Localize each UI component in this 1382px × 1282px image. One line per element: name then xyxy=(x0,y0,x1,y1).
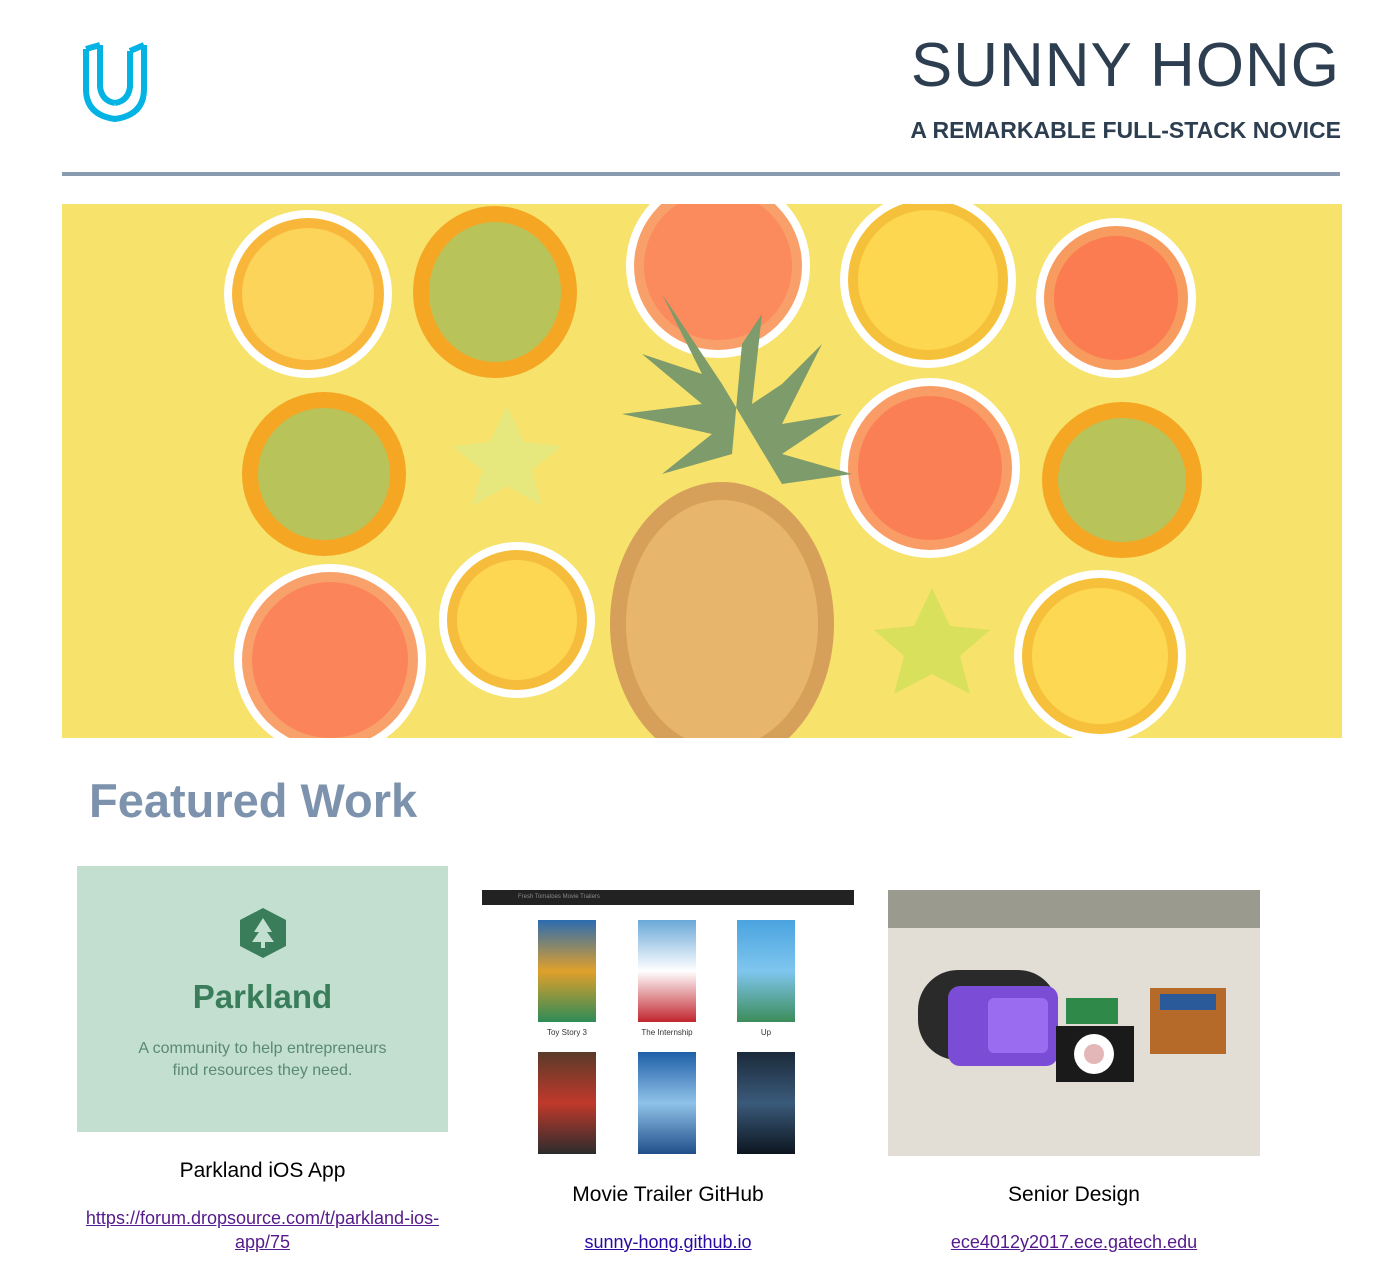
card-link-parkland[interactable]: https://forum.dropsource.com/t/parkland-… xyxy=(77,1206,448,1254)
card-movie-trailer: Movie Trailer GitHub sunny-hong.github.i… xyxy=(482,1182,854,1254)
parkland-desc-line2: find resources they need. xyxy=(172,1062,353,1079)
fruit-banner-image xyxy=(62,204,1342,738)
card-link-movie-trailer[interactable]: sunny-hong.github.io xyxy=(482,1230,854,1254)
movie-poster[interactable] xyxy=(538,1052,596,1154)
card-parkland: Parkland iOS App https://forum.dropsourc… xyxy=(77,1158,448,1254)
movie-caption: Up xyxy=(760,1028,772,1037)
link-line-2: app/75 xyxy=(234,1232,291,1252)
movie-trailer-thumbnail[interactable]: Fresh Tomatoes Movie Trailers Toy Story … xyxy=(482,890,854,1156)
movie-poster[interactable] xyxy=(538,920,596,1022)
movie-caption: Toy Story 3 xyxy=(546,1028,587,1037)
movie-navbar: Fresh Tomatoes Movie Trailers xyxy=(482,890,854,905)
movie-poster[interactable] xyxy=(638,920,696,1022)
udacity-logo-icon[interactable] xyxy=(80,41,150,123)
movie-poster[interactable] xyxy=(737,920,795,1022)
tree-icon xyxy=(240,908,286,958)
card-title: Movie Trailer GitHub xyxy=(572,1183,764,1206)
parkland-desc-line1: A community to help entrepreneurs xyxy=(138,1040,387,1057)
movie-poster[interactable] xyxy=(638,1052,696,1154)
card-senior-design: Senior Design ece4012y2017.ece.gatech.ed… xyxy=(888,1182,1260,1254)
parkland-brand: Parkland xyxy=(192,978,333,1015)
card-title: Parkland iOS App xyxy=(179,1159,346,1182)
movie-caption: The Internship xyxy=(641,1028,693,1037)
parkland-thumbnail[interactable]: Parkland A community to help entrepreneu… xyxy=(77,866,448,1132)
movie-poster[interactable] xyxy=(737,1052,795,1154)
card-link-senior-design[interactable]: ece4012y2017.ece.gatech.edu xyxy=(888,1230,1260,1254)
link-line-1: https://forum.dropsource.com/t/parkland-… xyxy=(85,1208,440,1228)
senior-design-photo[interactable] xyxy=(888,890,1260,1156)
site-owner-name: SUNNY HONG xyxy=(910,31,1340,100)
featured-work-heading: Featured Work xyxy=(89,774,418,827)
site-tagline: A REMARKABLE FULL-STACK NOVICE xyxy=(910,117,1341,143)
header-divider xyxy=(62,172,1340,176)
card-title: Senior Design xyxy=(1008,1183,1140,1206)
